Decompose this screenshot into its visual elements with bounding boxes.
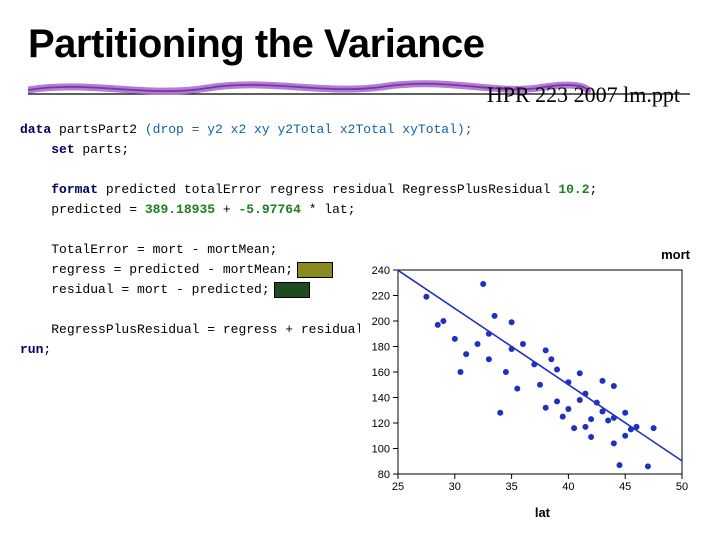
swatch-regress [297,262,333,278]
kw-format: format [51,182,98,197]
slide-subtitle: HPR 223 2007 lm.ppt [487,82,680,108]
kw-data: data [20,122,51,137]
swatch-residual [274,282,310,298]
svg-text:220: 220 [372,291,390,303]
svg-text:30: 30 [449,481,461,493]
kw-run: run [20,342,43,357]
svg-text:35: 35 [505,481,517,493]
svg-text:140: 140 [372,393,390,405]
chart-ylabel: mort [661,247,690,262]
svg-text:50: 50 [676,481,688,493]
svg-text:240: 240 [372,265,390,277]
svg-text:25: 25 [392,481,404,493]
svg-text:100: 100 [372,444,390,456]
slide-title: Partitioning the Variance [28,22,485,67]
svg-text:40: 40 [562,481,574,493]
svg-text:200: 200 [372,316,390,328]
scatter-chart: 25 30 35 40 45 50 80 100 120 140 160 180 200 220 240 [360,264,690,502]
svg-text:120: 120 [372,418,390,430]
kw-set: set [51,142,74,157]
svg-text:45: 45 [619,481,631,493]
svg-text:160: 160 [372,367,390,379]
svg-text:80: 80 [378,469,390,481]
svg-text:180: 180 [372,342,390,354]
slide: Partitioning the Variance HPR 223 2007 l… [0,0,720,540]
chart-xlabel: lat [535,505,550,520]
